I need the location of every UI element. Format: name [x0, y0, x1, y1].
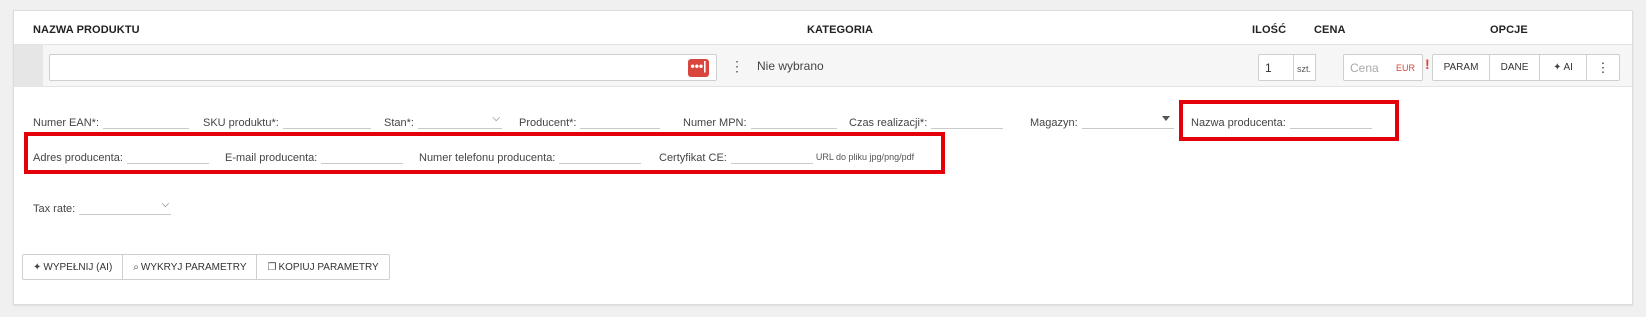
param-button[interactable]: PARAM: [1433, 55, 1490, 80]
sku-input[interactable]: [282, 113, 371, 129]
highlight-manufacturer-name: [1179, 100, 1399, 141]
tax-rate-select[interactable]: ⌵: [79, 199, 172, 215]
header-category: KATEGORIA: [807, 24, 874, 36]
caret-down-icon: [1161, 116, 1170, 121]
copy-parameters-button[interactable]: ❐ KOPIUJ PARAMETRY: [257, 255, 388, 279]
price-placeholder: Cena: [1350, 61, 1379, 75]
chevron-down-icon: ⌵: [492, 113, 500, 124]
sparkle-icon: ✦: [1553, 62, 1562, 73]
producent-field[interactable]: Producent*:: [519, 113, 661, 129]
currency-label[interactable]: EUR: [1396, 63, 1415, 73]
search-icon: ⌕: [133, 261, 139, 273]
detect-parameters-button[interactable]: ⌕ WYKRYJ PARAMETRY: [123, 255, 258, 279]
header-name: NAZWA PRODUKTU: [33, 24, 140, 36]
stan-field[interactable]: Stan*: ⌵: [384, 113, 502, 129]
drag-handle[interactable]: [14, 45, 43, 87]
dane-button[interactable]: DANE: [1490, 55, 1540, 80]
ean-field[interactable]: Numer EAN*:: [33, 113, 190, 129]
quantity-input[interactable]: 1: [1258, 54, 1294, 81]
mpn-field[interactable]: Numer MPN:: [683, 113, 837, 129]
copy-icon: ❐: [267, 261, 277, 273]
row-menu-button[interactable]: ⋮: [1587, 55, 1619, 80]
product-panel: NAZWA PRODUKTU KATEGORIA ILOŚĆ CENA OPCJ…: [13, 10, 1633, 305]
ai-button[interactable]: ✦ AI: [1540, 55, 1587, 80]
lead-time-input[interactable]: [931, 113, 1004, 129]
highlight-manufacturer-details: [24, 132, 945, 174]
price-warning-icon: !: [1425, 56, 1430, 72]
category-menu-icon[interactable]: ⋮: [730, 59, 744, 73]
magazyn-select[interactable]: [1081, 113, 1174, 129]
header-qty: ILOŚĆ: [1252, 24, 1287, 36]
table-header: NAZWA PRODUKTU KATEGORIA ILOŚĆ CENA OPCJ…: [14, 11, 1632, 45]
header-options: OPCJE: [1490, 24, 1528, 36]
more-options-button[interactable]: •••|: [688, 59, 709, 77]
product-row: •••| ⋮ Nie wybrano 1 szt. Cena EUR ! PAR…: [14, 45, 1632, 87]
header-price: CENA: [1314, 24, 1346, 36]
mpn-input[interactable]: [750, 113, 837, 129]
sparkle-icon: ✦: [33, 261, 42, 273]
ean-input[interactable]: [103, 113, 190, 129]
chevron-down-icon: ⌵: [161, 199, 170, 210]
producent-input[interactable]: [580, 113, 661, 129]
magazyn-field[interactable]: Magazyn:: [1030, 113, 1174, 129]
product-name-input[interactable]: •••|: [49, 54, 717, 81]
sku-field[interactable]: SKU produktu*:: [203, 113, 371, 129]
lead-time-field[interactable]: Czas realizacji*:: [849, 113, 1004, 129]
stan-select[interactable]: ⌵: [417, 113, 502, 129]
actions-group: ✦ WYPEŁNIJ (AI) ⌕ WYKRYJ PARAMETRY ❐ KOP…: [22, 254, 390, 280]
tax-rate-field[interactable]: Tax rate: ⌵: [33, 199, 172, 215]
category-value[interactable]: Nie wybrano: [757, 59, 824, 73]
options-group: PARAM DANE ✦ AI ⋮: [1432, 54, 1620, 81]
quantity-unit: szt.: [1294, 54, 1316, 81]
price-input[interactable]: Cena EUR: [1343, 54, 1423, 81]
fill-ai-button[interactable]: ✦ WYPEŁNIJ (AI): [23, 255, 124, 279]
